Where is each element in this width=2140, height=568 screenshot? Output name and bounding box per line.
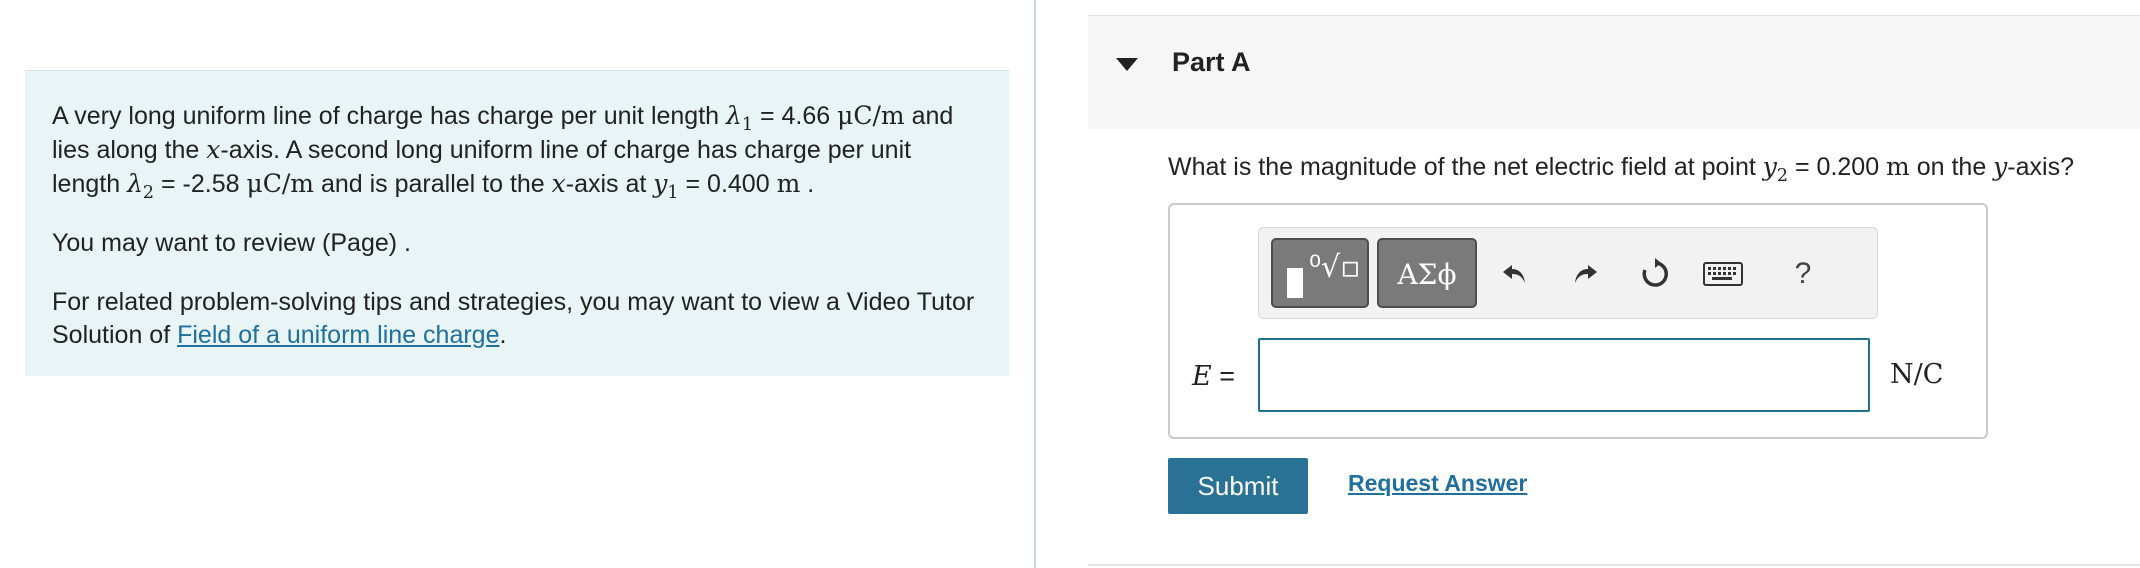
templates-icon xyxy=(1287,268,1303,298)
collapse-caret-icon[interactable] xyxy=(1116,58,1138,71)
part-column: Part A What is the magnitude of the net … xyxy=(1088,0,2140,568)
bottom-divider xyxy=(1088,564,2140,566)
request-answer-link[interactable]: Request Answer xyxy=(1348,470,1527,497)
part-header[interactable]: Part A xyxy=(1088,15,2140,129)
video-tutor-link[interactable]: Field of a uniform line charge xyxy=(177,321,499,349)
answer-input[interactable] xyxy=(1258,338,1870,412)
problem-column: A very long uniform line of charge has c… xyxy=(0,0,1034,568)
unit-label: N/C xyxy=(1890,359,1944,390)
submit-button[interactable]: Submit xyxy=(1168,458,1308,514)
video-tutor-note: For related problem-solving tips and str… xyxy=(52,288,975,349)
column-divider xyxy=(1034,0,1036,568)
math-toolbar: ⁰√▫ ΑΣϕ ? xyxy=(1258,227,1878,319)
page: A very long uniform line of charge has c… xyxy=(0,0,2140,568)
problem-statement: A very long uniform line of charge has c… xyxy=(52,101,954,203)
greek-button[interactable]: ΑΣϕ xyxy=(1377,238,1477,308)
problem-intro: A very long uniform line of charge has c… xyxy=(25,70,1009,376)
keyboard-icon[interactable] xyxy=(1699,250,1747,298)
part-title: Part A xyxy=(1172,47,1251,77)
question-text: What is the magnitude of the net electri… xyxy=(1168,152,2074,186)
templates-button[interactable]: ⁰√▫ xyxy=(1271,238,1369,308)
reset-icon[interactable] xyxy=(1631,250,1679,298)
redo-icon[interactable] xyxy=(1561,250,1609,298)
review-note: You may want to review (Page) . xyxy=(52,229,411,257)
help-icon[interactable]: ? xyxy=(1779,250,1827,298)
answer-label: E = xyxy=(1192,361,1235,392)
greek-icon: ΑΣϕ xyxy=(1397,258,1457,291)
answer-box: ⁰√▫ ΑΣϕ ? E = N/C xyxy=(1168,203,1988,439)
undo-icon[interactable] xyxy=(1491,250,1539,298)
sqrt-icon: ⁰√▫ xyxy=(1309,250,1361,285)
